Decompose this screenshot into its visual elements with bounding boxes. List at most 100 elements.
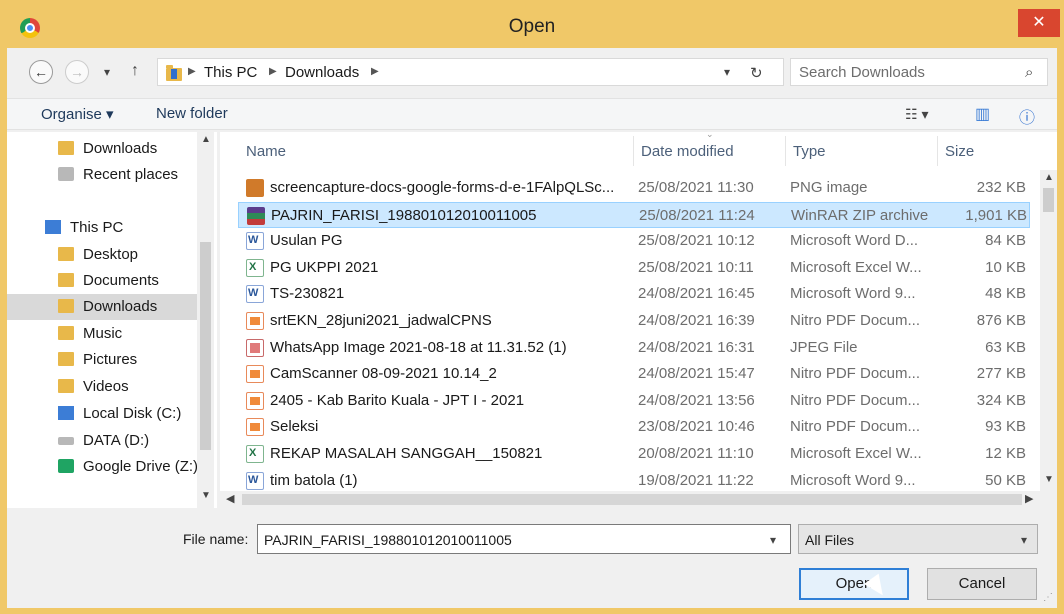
file-row[interactable]: screencapture-docs-google-forms-d-e-1FAl… (238, 175, 1030, 201)
file-type-select[interactable]: All Files ▾ (798, 524, 1038, 554)
column-header-type[interactable]: Type (785, 132, 937, 170)
column-header-label: Date modified (641, 143, 734, 160)
recent-places-icon (58, 167, 74, 181)
sidebar-item-downloads[interactable]: Downloads (7, 294, 197, 320)
image-file-icon (246, 179, 264, 197)
view-options-icon[interactable]: ☷ ▾ (905, 106, 928, 123)
file-list-scrollbar[interactable]: ▲ ▼ (1040, 170, 1057, 491)
file-row[interactable]: PG UKPPI 2021 25/08/2021 10:11 Microsoft E… (238, 255, 1030, 281)
file-name-field[interactable]: PAJRIN_FARISI_198801012010011005 ▾ (257, 524, 791, 554)
file-row[interactable]: Seleksi 23/08/2021 10:46 Nitro PDF Docum..… (238, 414, 1030, 440)
file-date: 25/08/2021 10:12 (638, 232, 755, 250)
file-row[interactable]: WhatsApp Image 2021-08-18 at 11.31.52 (1… (238, 335, 1030, 361)
scroll-up-icon[interactable]: ▲ (1044, 172, 1054, 183)
scroll-right-icon[interactable]: ▶ (1025, 492, 1033, 505)
sidebar-item-this-pc[interactable]: This PC (7, 215, 197, 241)
sidebar-item-pictures[interactable]: Pictures (7, 347, 197, 373)
address-dropdown-icon[interactable]: ▾ (724, 65, 730, 79)
file-date: 20/08/2021 11:10 (638, 445, 754, 462)
chevron-down-icon[interactable]: ▾ (1021, 533, 1027, 547)
file-row[interactable]: TS-230821 24/08/2021 16:45 Microsoft Word … (238, 281, 1030, 307)
folder-icon (58, 299, 74, 313)
column-header-label: Type (793, 143, 826, 160)
excel-workbook-icon (246, 445, 264, 463)
sidebar-item-downloads-quick[interactable]: Downloads (7, 136, 197, 162)
sidebar-item-desktop[interactable]: Desktop (7, 242, 197, 268)
scroll-down-icon[interactable]: ▼ (1044, 474, 1054, 485)
refresh-icon[interactable]: ↻ (750, 64, 763, 82)
file-type-value[interactable]: All Files (805, 532, 854, 548)
file-name: TS-230821 (270, 285, 345, 303)
help-icon[interactable]: ⓘ (1019, 104, 1035, 128)
file-row[interactable]: 2405 - Kab Barito Kuala - JPT I - 2021 24… (238, 388, 1030, 414)
horizontal-scrollbar[interactable]: ◀ ▶ (220, 491, 1057, 508)
breadcrumb-separator-icon[interactable]: ▶ (371, 66, 379, 77)
sidebar-item-documents[interactable]: Documents (7, 268, 197, 294)
file-row[interactable]: Usulan PG 25/08/2021 10:12 Microsoft Word … (238, 228, 1030, 254)
column-header-size[interactable]: Size (937, 132, 1037, 170)
breadcrumb-downloads[interactable]: Downloads (285, 64, 359, 81)
file-row[interactable]: tim batola (1) 19/08/2021 11:22 Microsoft … (238, 468, 1030, 494)
file-row[interactable]: srtEKN_28juni2021_jadwalCPNS 24/08/2021 1… (238, 308, 1030, 334)
close-button[interactable]: ✕ (1018, 9, 1060, 37)
organise-menu[interactable]: Organise ▾ (41, 105, 114, 123)
sidebar-item-google-drive-z[interactable]: Google Drive (Z:) (7, 454, 198, 480)
file-size: 48 KB (985, 285, 1026, 303)
resize-grip-icon[interactable]: ⋰ (1043, 592, 1053, 603)
dialog-footer: File name: PAJRIN_FARISI_198801012010011… (7, 508, 1057, 608)
scroll-up-icon[interactable]: ▲ (201, 134, 211, 145)
sidebar-item-label: Pictures (83, 351, 138, 368)
file-row[interactable]: CamScanner 08-09-2021 10.14_2 24/08/2021 … (238, 361, 1030, 387)
search-box[interactable]: Search Downloads ⌕ (790, 58, 1048, 86)
search-input[interactable]: Search Downloads (799, 64, 925, 81)
file-type: Nitro PDF Docum... (790, 312, 921, 329)
file-name: REKAP MASALAH SANGGAH__150821 (270, 445, 543, 462)
file-size: 277 KB (976, 365, 1026, 383)
forward-button[interactable]: → (65, 60, 89, 84)
word-document-icon (246, 232, 264, 251)
sidebar-item-label: Desktop (83, 246, 139, 263)
file-row[interactable]: PAJRIN_FARISI_198801012010011005 25/08/20… (238, 201, 1030, 228)
google-drive-icon (58, 459, 74, 473)
file-size: 12 KB (985, 445, 1026, 462)
title-bar[interactable]: Open ✕ (0, 0, 1064, 48)
open-button[interactable]: Open (799, 568, 909, 600)
breadcrumb-this-pc[interactable]: This PC (204, 64, 257, 81)
chevron-down-icon[interactable]: ▾ (770, 533, 776, 547)
cancel-button[interactable]: Cancel (927, 568, 1037, 600)
back-button[interactable]: ← (29, 60, 53, 84)
recent-locations-chevron-icon[interactable]: ▾ (104, 65, 110, 79)
file-type: JPEG File (790, 338, 858, 356)
file-row[interactable]: REKAP MASALAH SANGGAH__150821 20/08/2021 … (238, 441, 1030, 467)
scrollbar-thumb[interactable] (1043, 188, 1054, 212)
file-type: PNG image (790, 179, 868, 196)
file-size: 876 KB (976, 312, 1026, 329)
new-folder-button[interactable]: New folder (156, 105, 228, 122)
file-date: 24/08/2021 16:45 (638, 285, 755, 303)
preview-pane-icon[interactable]: ▥ (975, 104, 990, 124)
scroll-down-icon[interactable]: ▼ (201, 490, 211, 501)
file-type: Nitro PDF Docum... (790, 418, 921, 436)
sidebar-item-recent-places[interactable]: Recent places (7, 162, 197, 188)
file-type: Nitro PDF Docum... (790, 391, 921, 409)
up-button[interactable]: ↑ (131, 62, 139, 80)
file-size: 84 KB (985, 232, 1026, 250)
file-name-value[interactable]: PAJRIN_FARISI_198801012010011005 (264, 532, 512, 548)
scrollbar-thumb[interactable] (242, 494, 1022, 505)
sidebar-item-music[interactable]: Music (7, 321, 197, 347)
scroll-left-icon[interactable]: ◀ (226, 492, 234, 505)
search-icon[interactable]: ⌕ (1025, 64, 1033, 81)
column-header-name[interactable]: Name (238, 132, 633, 170)
folder-icon (58, 379, 74, 393)
scrollbar-thumb[interactable] (200, 242, 211, 450)
address-bar[interactable]: ▶ This PC ▶ Downloads ▶ ▾ ↻ (157, 58, 784, 86)
sidebar-item-data-d[interactable]: DATA (D:) (7, 428, 197, 454)
pdf-document-icon (246, 391, 264, 410)
breadcrumb-separator-icon[interactable]: ▶ (269, 66, 277, 77)
dialog-title: Open (508, 16, 556, 37)
navigation-scrollbar[interactable]: ▲ ▼ (197, 132, 214, 508)
sidebar-item-local-disk-c[interactable]: Local Disk (C:) (7, 401, 197, 427)
sidebar-item-videos[interactable]: Videos (7, 374, 197, 400)
breadcrumb-separator-icon[interactable]: ▶ (188, 66, 196, 77)
file-type: Microsoft Word 9... (790, 471, 916, 489)
